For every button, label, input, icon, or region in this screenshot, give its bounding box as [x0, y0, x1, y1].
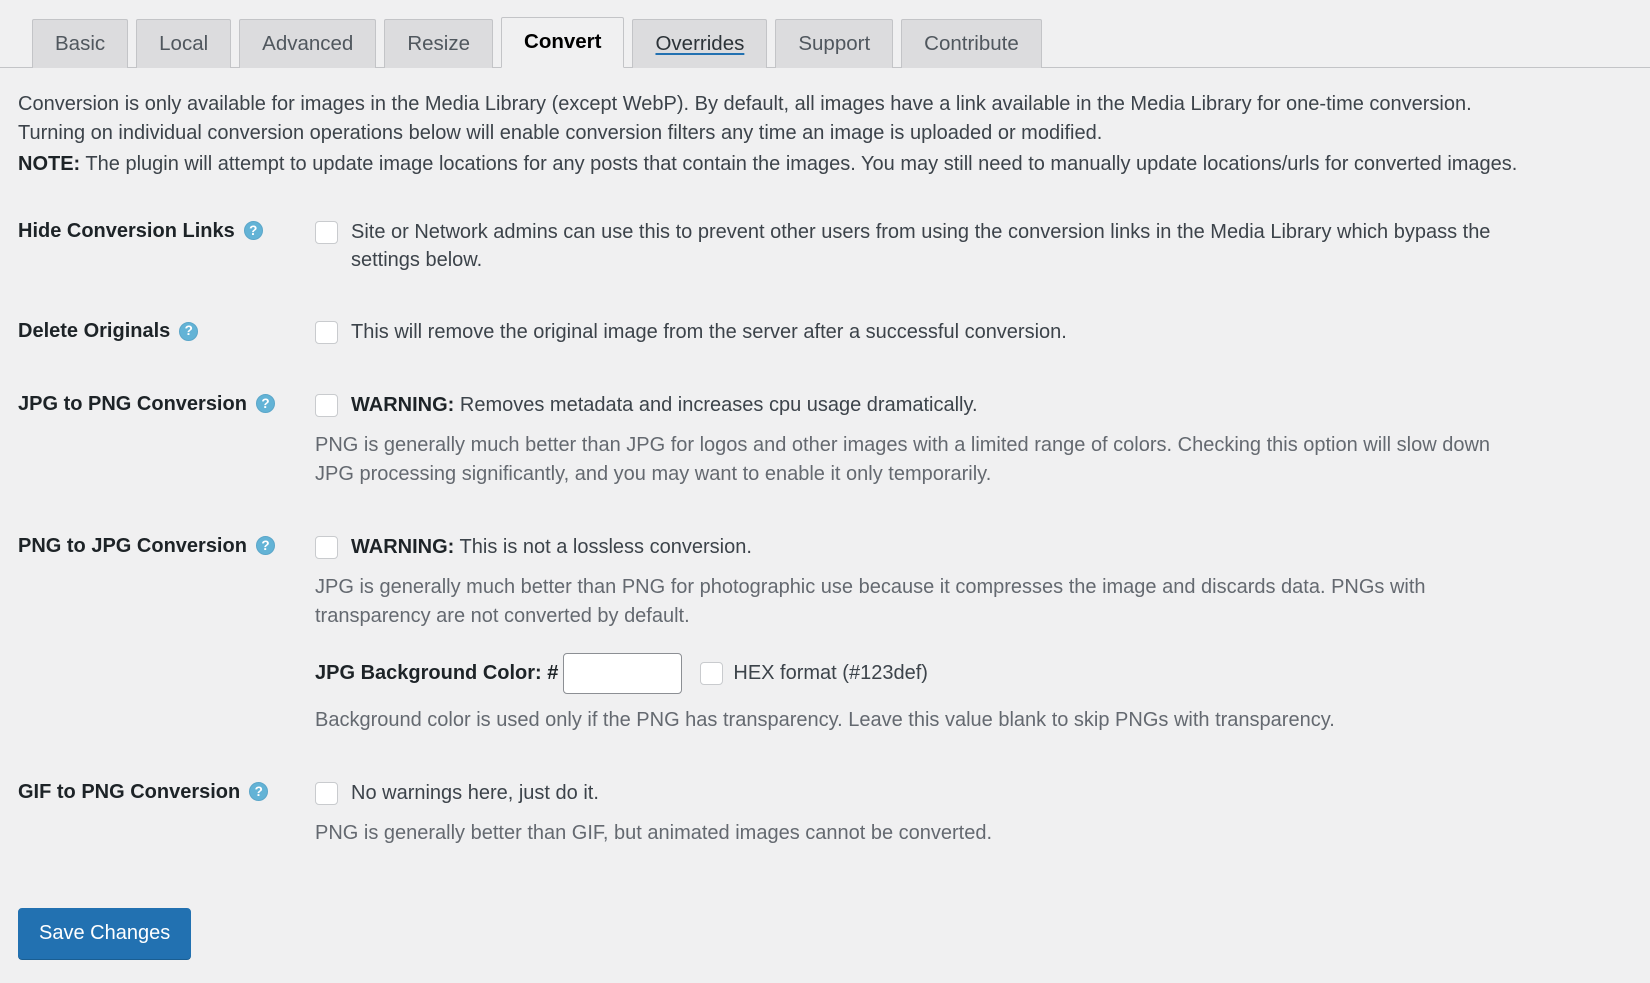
label-text: GIF to PNG Conversion: [18, 780, 241, 803]
cell-delete-originals: This will remove the original image from…: [315, 296, 1650, 368]
cell-hide-conversion-links: Site or Network admins can use this to p…: [315, 196, 1650, 297]
label-jpg-to-png: JPG to PNG Conversion: [0, 369, 315, 511]
question-circle-icon[interactable]: [255, 394, 275, 414]
intro-paragraph: Conversion is only available for images …: [18, 93, 1472, 145]
jpg-background-color-label: JPG Background Color: #: [315, 661, 559, 684]
row-hide-conversion-links: Hide Conversion Links Site or Network ad…: [0, 196, 1650, 297]
cell-png-to-jpg: WARNING: This is not a lossless conversi…: [315, 511, 1650, 757]
row-delete-originals: Delete Originals This will remove the or…: [0, 296, 1650, 368]
note-label: NOTE:: [18, 153, 81, 176]
jpg-to-png-checkbox[interactable]: [315, 393, 338, 417]
question-circle-icon[interactable]: [249, 782, 269, 801]
question-circle-icon[interactable]: [243, 221, 263, 241]
jpg-to-png-label[interactable]: WARNING: Removes metadata and increases …: [351, 391, 978, 419]
intro-note: NOTE: The plugin will attempt to update …: [18, 150, 1519, 179]
tab-convert[interactable]: Convert: [501, 16, 625, 68]
jpg-background-color-footnote: Background color is used only if the PNG…: [315, 708, 1335, 731]
row-png-to-jpg: PNG to JPG Conversion WARNING: This is n…: [0, 511, 1650, 757]
label-text: PNG to JPG Conversion: [18, 534, 247, 557]
tab-basic[interactable]: Basic: [32, 18, 129, 68]
delete-originals-label[interactable]: This will remove the original image from…: [351, 318, 1067, 346]
png-to-jpg-label[interactable]: WARNING: This is not a lossless conversi…: [351, 533, 752, 561]
hide-conversion-links-label[interactable]: Site or Network admins can use this to p…: [351, 218, 1526, 275]
png-to-jpg-description: JPG is generally much better than PNG fo…: [315, 576, 1426, 627]
label-text: Hide Conversion Links: [18, 219, 235, 242]
label-gif-to-png: GIF to PNG Conversion: [0, 757, 315, 870]
submit-area: Save Changes: [0, 870, 1650, 959]
conversion-settings-table: Hide Conversion Links Site or Network ad…: [0, 196, 1650, 870]
tab-overrides[interactable]: Overrides: [632, 18, 768, 68]
jpg-background-color-row: JPG Background Color: # HEX format (#123…: [315, 652, 1640, 694]
tab-contribute[interactable]: Contribute: [901, 18, 1042, 68]
hex-format-label[interactable]: HEX format (#123def): [733, 659, 928, 688]
jpg-background-color-input[interactable]: [563, 652, 683, 694]
jpg-to-png-description: PNG is generally much better than JPG fo…: [315, 434, 1491, 485]
label-hide-conversion-links: Hide Conversion Links: [0, 196, 315, 297]
png-to-jpg-checkbox[interactable]: [315, 535, 338, 559]
gif-to-png-checkbox[interactable]: [315, 781, 338, 805]
question-circle-icon[interactable]: [179, 321, 199, 341]
cell-gif-to-png: No warnings here, just do it. PNG is gen…: [315, 757, 1650, 870]
settings-page: Basic Local Advanced Resize Convert Over…: [0, 0, 1650, 983]
label-png-to-jpg: PNG to JPG Conversion: [0, 511, 315, 757]
tab-advanced[interactable]: Advanced: [239, 18, 377, 68]
row-jpg-to-png: JPG to PNG Conversion WARNING: Removes m…: [0, 369, 1650, 511]
warning-prefix: WARNING:: [351, 535, 455, 558]
warning-prefix: WARNING:: [351, 393, 455, 416]
question-circle-icon[interactable]: [255, 536, 275, 556]
gif-to-png-description: PNG is generally better than GIF, but an…: [315, 821, 993, 844]
note-text: The plugin will attempt to update image …: [85, 153, 1518, 176]
label-text: Delete Originals: [18, 320, 171, 343]
warning-text: This is not a lossless conversion.: [459, 535, 752, 558]
cell-jpg-to-png: WARNING: Removes metadata and increases …: [315, 369, 1650, 511]
tab-support[interactable]: Support: [775, 18, 894, 68]
hide-conversion-links-checkbox[interactable]: [315, 220, 338, 244]
warning-text: Removes metadata and increases cpu usage…: [459, 393, 978, 416]
settings-tab-bar: Basic Local Advanced Resize Convert Over…: [0, 0, 1650, 68]
row-gif-to-png: GIF to PNG Conversion No warnings here, …: [0, 757, 1650, 870]
intro-text: Conversion is only available for images …: [0, 68, 1545, 180]
gif-to-png-label[interactable]: No warnings here, just do it.: [351, 779, 599, 807]
label-text: JPG to PNG Conversion: [18, 392, 247, 415]
save-changes-button[interactable]: Save Changes: [18, 907, 192, 959]
tab-resize[interactable]: Resize: [384, 18, 494, 68]
hex-format-checkbox[interactable]: [700, 661, 724, 685]
tab-local[interactable]: Local: [136, 18, 232, 68]
delete-originals-checkbox[interactable]: [315, 321, 338, 345]
label-delete-originals: Delete Originals: [0, 296, 315, 368]
